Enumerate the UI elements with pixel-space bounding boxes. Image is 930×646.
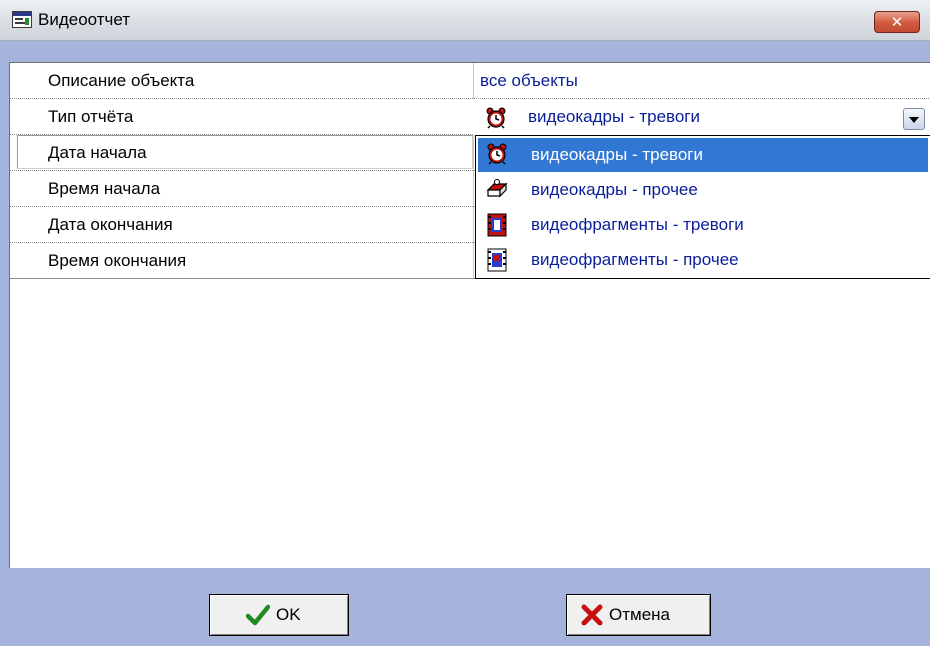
property-grid: Описание объекта все объекты Тип отчёта … bbox=[9, 62, 930, 568]
checkmark-icon bbox=[245, 604, 271, 631]
property-name: Время начала bbox=[48, 179, 161, 198]
camera-icon bbox=[486, 178, 508, 205]
option-label: видеофрагменты - тревоги bbox=[531, 215, 744, 234]
cross-icon bbox=[581, 604, 603, 631]
video-report-dialog: Видеоотчет ✕ Описание объекта все объект… bbox=[0, 0, 930, 646]
window-title: Видеоотчет bbox=[38, 10, 131, 29]
option-videoframes-alarms[interactable]: видеокадры - тревоги bbox=[478, 138, 928, 172]
report-window-icon bbox=[12, 11, 32, 28]
combo-selected-text: видеокадры - тревоги bbox=[528, 107, 701, 126]
film-icon bbox=[486, 248, 508, 277]
title-bar[interactable]: Видеоотчет ✕ bbox=[0, 0, 930, 41]
option-videofragments-other[interactable]: видеофрагменты - прочее bbox=[478, 243, 928, 277]
ok-button[interactable]: OK bbox=[209, 594, 349, 636]
close-button[interactable]: ✕ bbox=[874, 11, 920, 33]
property-name: Тип отчёта bbox=[48, 107, 134, 126]
report-type-dropdown-list: видеокадры - тревоги видеокадры - прочее bbox=[475, 135, 930, 279]
property-row-object-description[interactable]: Описание объекта все объекты bbox=[10, 63, 930, 99]
close-icon: ✕ bbox=[890, 13, 904, 31]
property-name: Описание объекта bbox=[48, 71, 195, 90]
report-type-combobox[interactable]: видеокадры - тревоги bbox=[473, 99, 930, 135]
property-value[interactable]: все объекты bbox=[480, 71, 578, 91]
option-videoframes-other[interactable]: видеокадры - прочее bbox=[478, 173, 928, 207]
option-label: видеокадры - прочее bbox=[531, 180, 698, 199]
film-alarm-icon bbox=[486, 213, 508, 242]
cancel-label: Отмена bbox=[609, 605, 670, 624]
cancel-button[interactable]: Отмена bbox=[566, 594, 711, 636]
property-name: Время окончания bbox=[48, 251, 187, 270]
option-videofragments-alarms[interactable]: видеофрагменты - тревоги bbox=[478, 208, 928, 242]
property-name: Дата начала bbox=[48, 143, 147, 162]
dropdown-arrow-button[interactable] bbox=[903, 108, 925, 130]
property-name: Дата окончания bbox=[48, 215, 173, 234]
alarm-clock-icon bbox=[486, 143, 508, 170]
option-label: видеофрагменты - прочее bbox=[531, 250, 739, 269]
alarm-clock-icon bbox=[485, 107, 507, 134]
ok-label: OK bbox=[276, 605, 301, 624]
option-label: видеокадры - тревоги bbox=[531, 145, 704, 164]
